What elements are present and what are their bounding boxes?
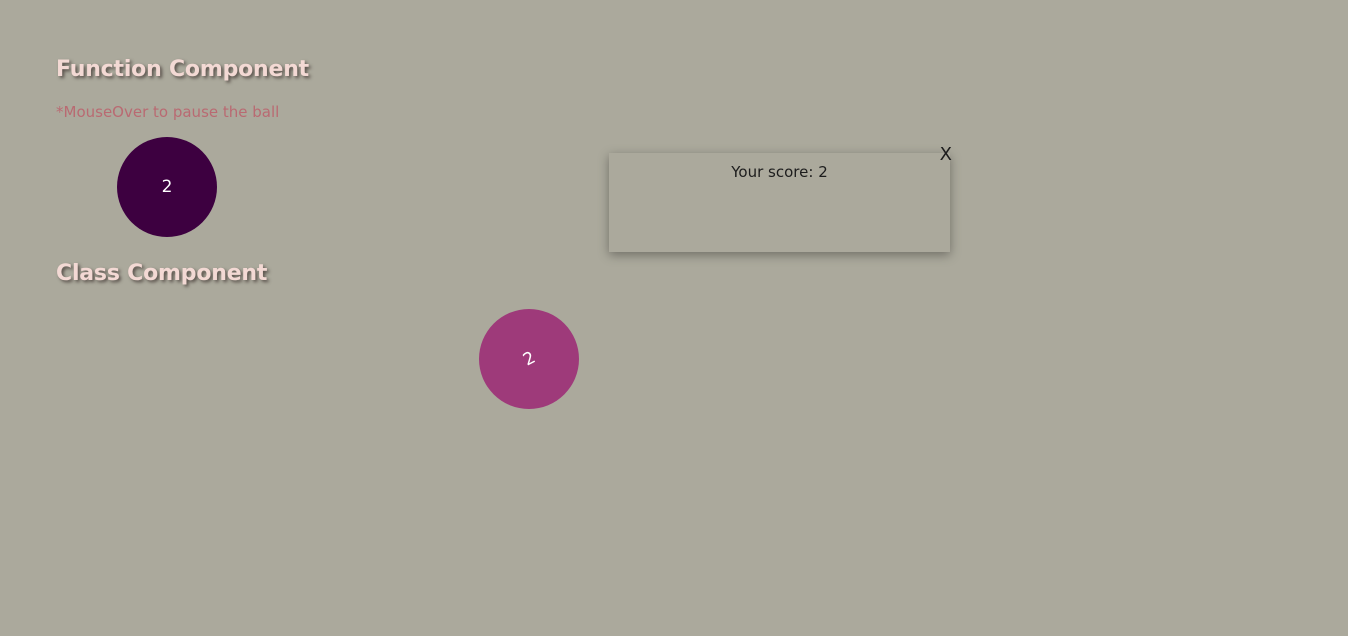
score-value: 2: [818, 163, 828, 181]
score-label: Your score:: [731, 163, 819, 181]
score-text: Your score: 2: [609, 163, 950, 181]
class-component-ball[interactable]: 2: [479, 309, 579, 409]
function-component-title: Function Component: [56, 57, 309, 82]
mouseover-hint: *MouseOver to pause the ball: [56, 103, 280, 121]
class-ball-value: 2: [519, 347, 539, 371]
score-popup: Your score: 2 X: [609, 146, 952, 252]
function-component-ball[interactable]: 2: [117, 137, 217, 237]
function-ball-value: 2: [161, 177, 173, 197]
class-component-title: Class Component: [56, 261, 268, 286]
close-button[interactable]: X: [940, 146, 952, 164]
page: Function Component *MouseOver to pause t…: [0, 0, 1348, 636]
